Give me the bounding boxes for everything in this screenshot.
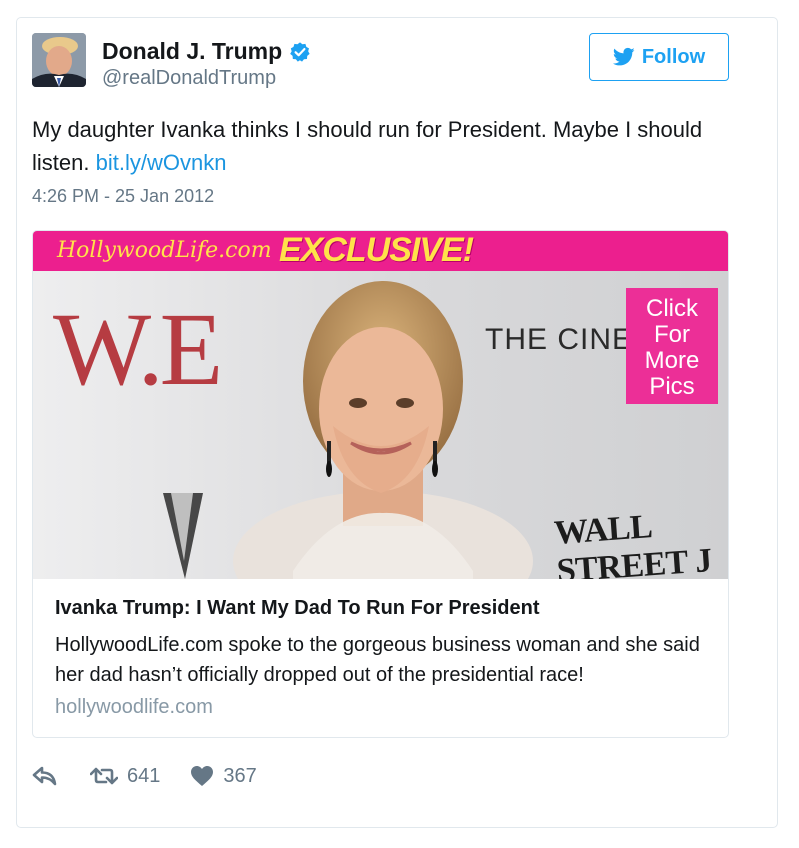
like-count: 367: [223, 764, 257, 787]
retweet-button[interactable]: 641: [90, 765, 160, 788]
backdrop-cinema-text: THE CINE: [485, 323, 634, 356]
reply-icon: [32, 765, 58, 787]
tweet-link[interactable]: bit.ly/wOvnkn: [96, 150, 227, 175]
card-image[interactable]: HollywoodLife.com EXCLUSIVE! W.E THE CIN…: [33, 231, 728, 579]
card-title[interactable]: Ivanka Trump: I Want My Dad To Run For P…: [55, 597, 706, 620]
author-name[interactable]: Donald J. Trump: [102, 38, 282, 65]
cta-line: More: [644, 347, 700, 374]
twitter-bird-icon: [612, 47, 635, 67]
author-handle[interactable]: @realDonaldTrump: [102, 67, 276, 90]
heart-icon: [190, 765, 214, 787]
backdrop-wsj-text: WALL STREET J: [553, 508, 713, 579]
card-domain[interactable]: hollywoodlife.com: [55, 696, 706, 719]
follow-label: Follow: [641, 45, 706, 68]
hollywoodlife-logo: HollywoodLife.com: [57, 238, 272, 263]
tweet-text: My daughter Ivanka thinks I should run f…: [32, 113, 732, 179]
click-for-more-pics-button[interactable]: Click For More Pics: [626, 288, 718, 404]
avatar[interactable]: [32, 33, 86, 87]
tweet-actions: 641 367: [32, 762, 257, 790]
like-button[interactable]: 367: [190, 764, 257, 788]
cta-line: For: [654, 321, 690, 348]
author-name-row[interactable]: Donald J. Trump: [102, 38, 311, 65]
reply-button[interactable]: [32, 765, 58, 787]
cta-line: Click: [646, 295, 698, 322]
cta-line: Pics: [649, 373, 695, 400]
link-card[interactable]: HollywoodLife.com EXCLUSIVE! W.E THE CIN…: [32, 230, 729, 738]
retweet-count: 641: [127, 764, 161, 787]
retweet-icon: [90, 765, 118, 787]
tweet-timestamp[interactable]: 4:26 PM - 25 Jan 2012: [32, 186, 214, 207]
verified-badge-icon: [289, 41, 311, 63]
card-description: HollywoodLife.com spoke to the gorgeous …: [55, 634, 700, 686]
follow-button[interactable]: Follow: [589, 33, 729, 81]
card-body[interactable]: Ivanka Trump: I Want My Dad To Run For P…: [33, 579, 728, 719]
backdrop-we-logo: W.E: [53, 292, 223, 407]
exclusive-banner: EXCLUSIVE!: [279, 231, 474, 269]
